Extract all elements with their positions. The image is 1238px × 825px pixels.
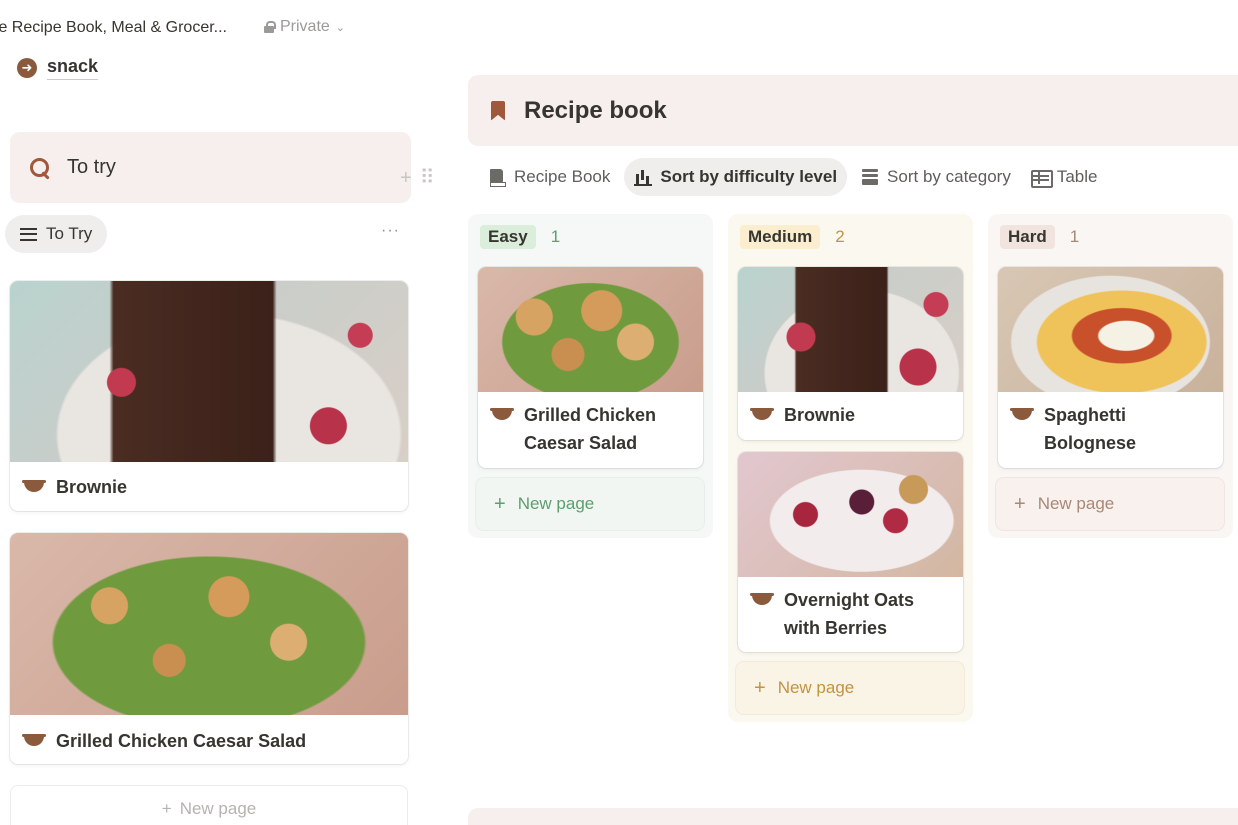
arrow-right-circle-icon: ➜ — [17, 58, 37, 78]
plus-icon: + — [161, 799, 172, 818]
card-title: Brownie — [738, 392, 963, 440]
breadcrumb-page-title[interactable]: te Recipe Book, Meal & Grocer... — [0, 19, 227, 37]
new-page-button[interactable]: + New page — [10, 785, 408, 825]
to-try-callout[interactable]: To try — [10, 132, 411, 203]
snack-link[interactable]: ➜ snack — [17, 56, 99, 80]
plus-icon: + — [494, 492, 506, 515]
board-column-easy: Easy 1 Grilled Chicken Caesar Salad + Ne… — [468, 214, 713, 538]
new-page-label: New page — [1037, 494, 1115, 513]
column-header: Hard 1 — [1000, 225, 1079, 249]
bowl-icon — [750, 408, 774, 420]
card-cover-image — [738, 267, 963, 392]
more-options-icon[interactable]: ··· — [381, 222, 400, 240]
card-title-text: Brownie — [56, 477, 128, 497]
plus-icon: + — [754, 676, 766, 699]
column-header: Medium 2 — [740, 225, 845, 249]
new-page-label: New page — [179, 799, 257, 818]
card-title: Grilled Chicken Caesar Salad — [10, 715, 408, 764]
database-title[interactable]: Recipe book — [524, 97, 667, 125]
tab-table[interactable]: Table — [1021, 158, 1108, 196]
card-title-text: Grilled Chicken Caesar Salad — [56, 731, 307, 751]
board-column-medium: Medium 2 Brownie Overnight Oats with Ber… — [728, 214, 973, 722]
tab-label: Sort by difficulty level — [660, 167, 838, 186]
new-page-label: New page — [517, 494, 595, 513]
bowl-icon — [22, 734, 46, 746]
group-badge[interactable]: Medium — [740, 225, 821, 249]
search-icon — [29, 157, 51, 179]
new-page-button[interactable]: + New page — [476, 478, 704, 530]
card-title-text: Grilled Chicken Caesar Salad — [524, 405, 657, 453]
list-icon — [20, 227, 37, 241]
bar-chart-icon — [634, 168, 653, 186]
card-title: Overnight Oats with Berries — [738, 577, 963, 652]
group-badge[interactable]: Easy — [480, 225, 536, 249]
group-count: 1 — [1069, 227, 1080, 246]
board-card[interactable]: Brownie — [738, 267, 963, 440]
add-block-icon[interactable]: + — [400, 166, 412, 190]
book-icon — [488, 168, 506, 187]
new-page-button[interactable]: + New page — [996, 478, 1224, 530]
tab-sort-by-difficulty[interactable]: Sort by difficulty level — [624, 158, 848, 196]
tab-label: Sort by category — [887, 167, 1011, 186]
view-tab-to-try[interactable]: To Try — [5, 215, 108, 253]
group-badge[interactable]: Hard — [1000, 225, 1055, 249]
card-cover-image — [10, 281, 408, 462]
group-count: 1 — [550, 227, 561, 246]
view-tab-label: To Try — [46, 224, 93, 243]
drag-handle-icon[interactable]: ⠿ — [420, 166, 435, 190]
bowl-icon — [22, 480, 46, 492]
table-icon — [1030, 168, 1053, 188]
new-page-button[interactable]: + New page — [736, 662, 964, 714]
new-page-label: New page — [777, 678, 855, 697]
chevron-down-icon: ⌄ — [335, 21, 346, 34]
gallery-card[interactable]: Brownie — [10, 281, 408, 511]
stack-icon — [861, 168, 879, 186]
card-cover-image — [738, 452, 963, 577]
board-card[interactable]: Spaghetti Bolognese — [998, 267, 1223, 468]
privacy-menu[interactable]: Private ⌄ — [264, 18, 345, 36]
board-column-hard: Hard 1 Spaghetti Bolognese + New page — [988, 214, 1233, 538]
tab-label: Table — [1056, 167, 1098, 186]
card-title: Brownie — [10, 462, 408, 511]
board-card[interactable]: Grilled Chicken Caesar Salad — [478, 267, 703, 468]
block-handle[interactable]: + ⠿ — [400, 166, 434, 190]
recipe-book-header: Recipe book — [468, 75, 1238, 146]
card-title-text: Brownie — [784, 405, 856, 425]
card-title: Spaghetti Bolognese — [998, 392, 1223, 468]
next-callout-block — [468, 808, 1238, 825]
card-cover-image — [10, 533, 408, 715]
plus-icon: + — [1014, 492, 1026, 515]
bookmark-icon — [491, 100, 505, 121]
tab-recipe-book[interactable]: Recipe Book — [478, 158, 620, 196]
lock-icon — [264, 21, 276, 33]
tab-sort-by-category[interactable]: Sort by category — [851, 158, 1021, 196]
privacy-label: Private — [280, 18, 330, 35]
tab-label: Recipe Book — [514, 167, 611, 186]
card-title-text: Overnight Oats with Berries — [784, 590, 915, 638]
card-title-text: Spaghetti Bolognese — [1044, 405, 1137, 453]
card-cover-image — [998, 267, 1223, 392]
group-count: 2 — [835, 227, 845, 246]
card-title: Grilled Chicken Caesar Salad — [478, 392, 703, 468]
board-card[interactable]: Overnight Oats with Berries — [738, 452, 963, 652]
card-cover-image — [478, 267, 703, 392]
bowl-icon — [490, 408, 514, 420]
bowl-icon — [1010, 408, 1034, 420]
gallery-card[interactable]: Grilled Chicken Caesar Salad — [10, 533, 408, 764]
callout-text: To try — [67, 156, 116, 178]
view-tabs: Recipe Book Sort by difficulty level Sor… — [478, 158, 1107, 196]
column-header: Easy 1 — [480, 225, 560, 249]
bowl-icon — [750, 593, 774, 605]
snack-label: snack — [47, 56, 99, 80]
